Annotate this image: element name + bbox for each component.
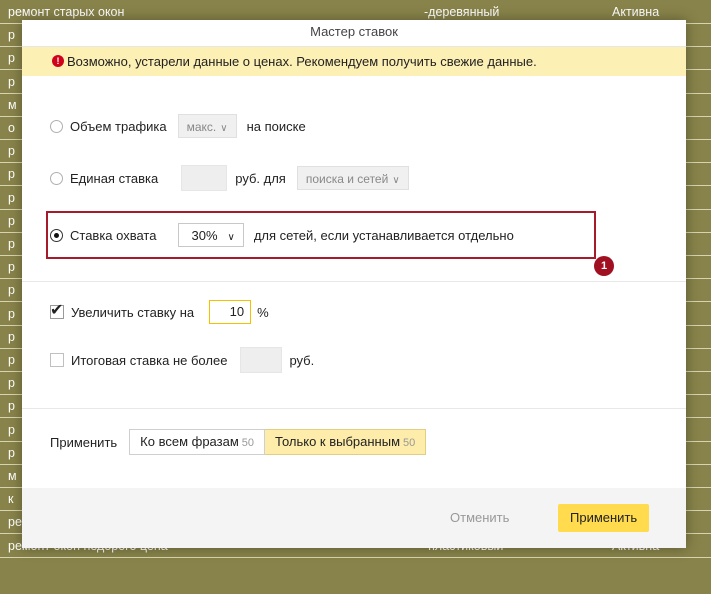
increase-bid-label: Увеличить ставку на <box>71 304 195 320</box>
coverage-option[interactable]: Ставка охвата 30% ∨ для сетей, если устан… <box>50 223 514 247</box>
traffic-option[interactable]: Объем трафика макс. ∨ на поиске <box>50 114 306 138</box>
apply-to-row: Применить Ко всем фразам 50 Только к выбр… <box>50 429 427 455</box>
rub-unit: руб. <box>289 352 315 368</box>
cell-keyword: р <box>8 329 15 344</box>
cell-keyword: р <box>8 376 15 391</box>
cell-keyword: р <box>8 260 15 275</box>
traffic-label: Объем трафика <box>70 118 167 134</box>
max-bid-label: Итоговая ставка не более <box>71 352 228 368</box>
cell-keyword: м <box>8 97 17 112</box>
selected-phrases-count: 50 <box>403 437 416 449</box>
single-bid-target-dropdown[interactable]: поиска и сетей ∨ <box>296 166 409 190</box>
warning-text: Возможно, устарели данные о ценах. Реком… <box>67 54 537 69</box>
coverage-dropdown-value: 30% <box>191 228 218 243</box>
traffic-dropdown[interactable]: макс. ∨ <box>177 114 237 138</box>
cell-keyword: р <box>8 445 15 460</box>
cell-keyword: р <box>8 237 15 251</box>
cell-keyword: р <box>8 306 15 321</box>
max-bid-checkbox[interactable] <box>50 353 64 367</box>
divider <box>22 408 686 409</box>
single-bid-radio[interactable] <box>50 171 63 185</box>
single-bid-option[interactable]: Единая ставка руб. для поиска и сетей ∨ <box>50 165 409 191</box>
coverage-label: Ставка охвата <box>70 227 157 243</box>
divider <box>22 281 686 282</box>
increase-bid-input[interactable]: 10 <box>209 300 252 324</box>
cell-keyword: р <box>8 51 15 66</box>
max-bid-input[interactable] <box>240 347 283 373</box>
all-phrases-label: Ко всем фразам <box>140 434 239 449</box>
max-bid-option[interactable]: Итоговая ставка не более руб. <box>50 347 315 373</box>
exclamation-icon: ! <box>52 55 64 67</box>
cell-keyword: р <box>8 28 15 43</box>
coverage-dropdown[interactable]: 30% ∨ <box>178 223 244 247</box>
apply-button[interactable]: Применить <box>558 504 650 532</box>
step-badge: 1 <box>594 256 614 276</box>
cell-keyword: о <box>8 121 15 135</box>
coverage-radio[interactable] <box>50 228 63 242</box>
selected-phrases-label: Только к выбранным <box>275 434 401 449</box>
increase-bid-option[interactable]: Увеличить ставку на 10 % <box>50 300 269 324</box>
chevron-down-icon: ∨ <box>392 175 400 186</box>
cell-keyword: р <box>8 353 15 367</box>
cell-keyword: к <box>8 492 14 507</box>
dialog-footer: Отменить Применить <box>22 488 686 548</box>
cell-keyword: р <box>8 399 15 414</box>
bid-wizard-dialog: Мастер ставок ! Возможно, устарели данны… <box>22 20 686 548</box>
dialog-title: Мастер ставок <box>22 20 686 47</box>
coverage-suffix: для сетей, если устанавливается отдельно <box>253 227 514 243</box>
increase-bid-checkbox[interactable] <box>50 300 64 319</box>
selected-phrases-button[interactable]: Только к выбранным 50 <box>265 429 427 455</box>
all-phrases-count: 50 <box>241 437 255 449</box>
single-bid-currency: руб. для <box>235 170 286 186</box>
cell-keyword: р <box>8 283 15 298</box>
all-phrases-button[interactable]: Ко всем фразам 50 <box>129 429 266 455</box>
cell-keyword: р <box>8 167 15 182</box>
single-bid-target-value: поиска и сетей <box>305 172 389 186</box>
cell-keyword: р <box>8 422 15 437</box>
cell-keyword: р <box>8 144 15 159</box>
traffic-radio[interactable] <box>50 119 63 133</box>
traffic-suffix: на поиске <box>246 118 306 134</box>
price-warning-banner: ! Возможно, устарели данные о ценах. Рек… <box>22 47 686 76</box>
cancel-button[interactable]: Отменить <box>450 510 509 525</box>
single-bid-input[interactable] <box>181 165 228 191</box>
single-bid-label: Единая ставка <box>70 170 159 186</box>
apply-scope-switch: Ко всем фразам 50 Только к выбранным 50 <box>129 429 427 455</box>
cell-keyword: р <box>8 74 15 89</box>
cell-keyword: р <box>8 213 15 228</box>
chevron-down-icon: ∨ <box>227 232 235 243</box>
traffic-dropdown-value: макс. <box>186 120 217 134</box>
percent-unit: % <box>257 304 269 320</box>
chevron-down-icon: ∨ <box>220 123 228 134</box>
cell-keyword: р <box>8 190 15 205</box>
cell-keyword: м <box>8 469 17 483</box>
apply-to-label: Применить <box>50 434 118 450</box>
